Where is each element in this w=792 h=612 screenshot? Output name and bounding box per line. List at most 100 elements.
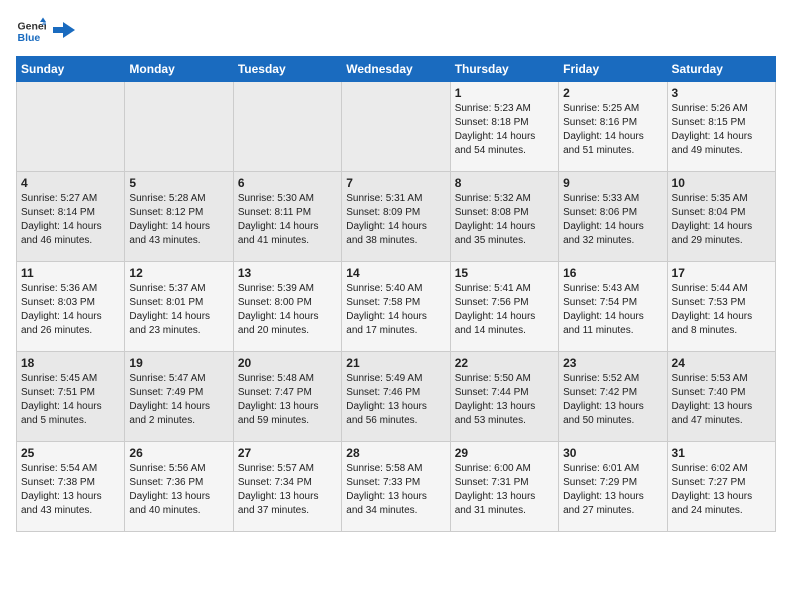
calendar-cell-5-1: 25 Sunrise: 5:54 AM Sunset: 7:38 PM Dayli… — [17, 442, 125, 532]
day-info: Sunrise: 5:27 AM Sunset: 8:14 PM Dayligh… — [21, 192, 120, 248]
day-number: 18 — [21, 356, 120, 370]
day-number: 21 — [346, 356, 445, 370]
day-info: Sunrise: 5:25 AM Sunset: 8:16 PM Dayligh… — [563, 102, 662, 158]
calendar-cell-2-7: 10Sunrise: 5:35 AM Sunset: 8:04 PM Dayli… — [667, 172, 775, 262]
day-info: Sunrise: 5:47 AM Sunset: 7:49 PM Dayligh… — [129, 372, 228, 428]
calendar-cell-5-7: 31 Sunrise: 6:02 AM Sunset: 7:27 PM Dayli… — [667, 442, 775, 532]
calendar-week-2: 4 Sunrise: 5:27 AM Sunset: 8:14 PM Daylig… — [17, 172, 776, 262]
day-number: 19 — [129, 356, 228, 370]
day-number: 27 — [238, 446, 337, 460]
day-number: 24 — [672, 356, 771, 370]
day-number: 15 — [455, 266, 554, 280]
calendar-cell-4-1: 18 Sunrise: 5:45 AM Sunset: 7:51 PM Dayli… — [17, 352, 125, 442]
day-info: Sunrise: 5:45 AM Sunset: 7:51 PM Dayligh… — [21, 372, 120, 428]
day-number: 5 — [129, 176, 228, 190]
day-number: 23 — [563, 356, 662, 370]
col-sunday: Sunday — [17, 57, 125, 82]
day-info: Sunrise: 5:30 AM Sunset: 8:11 PM Dayligh… — [238, 192, 337, 248]
day-info: Sunrise: 5:53 AM Sunset: 7:40 PM Dayligh… — [672, 372, 771, 428]
day-info: Sunrise: 5:23 AM Sunset: 8:18 PM Dayligh… — [455, 102, 554, 158]
calendar-week-3: 11 Sunrise: 5:36 AM Sunset: 8:03 PM Dayli… — [17, 262, 776, 352]
day-number: 3 — [672, 86, 771, 100]
calendar-cell-1-2 — [125, 82, 233, 172]
day-number: 20 — [238, 356, 337, 370]
day-number: 11 — [21, 266, 120, 280]
calendar-cell-2-4: 7 Sunrise: 5:31 AM Sunset: 8:09 PM Daylig… — [342, 172, 450, 262]
day-info: Sunrise: 5:33 AM Sunset: 8:06 PM Dayligh… — [563, 192, 662, 248]
day-number: 8 — [455, 176, 554, 190]
day-info: Sunrise: 5:32 AM Sunset: 8:08 PM Dayligh… — [455, 192, 554, 248]
calendar-week-1: 1 Sunrise: 5:23 AM Sunset: 8:18 PM Daylig… — [17, 82, 776, 172]
calendar-cell-3-1: 11 Sunrise: 5:36 AM Sunset: 8:03 PM Dayli… — [17, 262, 125, 352]
col-saturday: Saturday — [667, 57, 775, 82]
calendar-cell-1-7: 3 Sunrise: 5:26 AM Sunset: 8:15 PM Daylig… — [667, 82, 775, 172]
day-info: Sunrise: 5:37 AM Sunset: 8:01 PM Dayligh… — [129, 282, 228, 338]
day-number: 22 — [455, 356, 554, 370]
day-number: 2 — [563, 86, 662, 100]
day-info: Sunrise: 5:58 AM Sunset: 7:33 PM Dayligh… — [346, 462, 445, 518]
day-number: 1 — [455, 86, 554, 100]
day-info: Sunrise: 5:49 AM Sunset: 7:46 PM Dayligh… — [346, 372, 445, 428]
day-info: Sunrise: 5:26 AM Sunset: 8:15 PM Dayligh… — [672, 102, 771, 158]
day-number: 30 — [563, 446, 662, 460]
calendar-week-4: 18 Sunrise: 5:45 AM Sunset: 7:51 PM Dayli… — [17, 352, 776, 442]
calendar-cell-4-2: 19 Sunrise: 5:47 AM Sunset: 7:49 PM Dayli… — [125, 352, 233, 442]
calendar-cell-4-4: 21 Sunrise: 5:49 AM Sunset: 7:46 PM Dayli… — [342, 352, 450, 442]
day-number: 12 — [129, 266, 228, 280]
page-header: General Blue — [16, 16, 776, 46]
calendar-cell-3-7: 17 Sunrise: 5:44 AM Sunset: 7:53 PM Dayli… — [667, 262, 775, 352]
col-tuesday: Tuesday — [233, 57, 341, 82]
day-info: Sunrise: 5:44 AM Sunset: 7:53 PM Dayligh… — [672, 282, 771, 338]
calendar-cell-1-4 — [342, 82, 450, 172]
day-info: Sunrise: 5:31 AM Sunset: 8:09 PM Dayligh… — [346, 192, 445, 248]
logo: General Blue — [16, 16, 75, 46]
day-number: 6 — [238, 176, 337, 190]
calendar-cell-5-5: 29 Sunrise: 6:00 AM Sunset: 7:31 PM Dayli… — [450, 442, 558, 532]
day-number: 31 — [672, 446, 771, 460]
calendar-cell-1-1 — [17, 82, 125, 172]
day-info: Sunrise: 5:40 AM Sunset: 7:58 PM Dayligh… — [346, 282, 445, 338]
calendar-cell-5-2: 26Sunrise: 5:56 AM Sunset: 7:36 PM Dayli… — [125, 442, 233, 532]
calendar-table: Sunday Monday Tuesday Wednesday Thursday… — [16, 56, 776, 532]
calendar-cell-2-1: 4 Sunrise: 5:27 AM Sunset: 8:14 PM Daylig… — [17, 172, 125, 262]
calendar-cell-1-5: 1 Sunrise: 5:23 AM Sunset: 8:18 PM Daylig… — [450, 82, 558, 172]
col-wednesday: Wednesday — [342, 57, 450, 82]
calendar-cell-2-6: 9Sunrise: 5:33 AM Sunset: 8:06 PM Daylig… — [559, 172, 667, 262]
day-number: 26 — [129, 446, 228, 460]
calendar-cell-5-4: 28 Sunrise: 5:58 AM Sunset: 7:33 PM Dayli… — [342, 442, 450, 532]
calendar-cell-3-3: 13 Sunrise: 5:39 AM Sunset: 8:00 PM Dayli… — [233, 262, 341, 352]
day-number: 29 — [455, 446, 554, 460]
calendar-cell-1-3 — [233, 82, 341, 172]
day-info: Sunrise: 6:00 AM Sunset: 7:31 PM Dayligh… — [455, 462, 554, 518]
col-friday: Friday — [559, 57, 667, 82]
calendar-header-row: Sunday Monday Tuesday Wednesday Thursday… — [17, 57, 776, 82]
calendar-cell-5-3: 27 Sunrise: 5:57 AM Sunset: 7:34 PM Dayli… — [233, 442, 341, 532]
calendar-cell-3-2: 12 Sunrise: 5:37 AM Sunset: 8:01 PM Dayli… — [125, 262, 233, 352]
day-info: Sunrise: 5:36 AM Sunset: 8:03 PM Dayligh… — [21, 282, 120, 338]
col-thursday: Thursday — [450, 57, 558, 82]
day-number: 28 — [346, 446, 445, 460]
col-monday: Monday — [125, 57, 233, 82]
day-number: 16 — [563, 266, 662, 280]
svg-text:Blue: Blue — [18, 32, 41, 44]
calendar-cell-4-3: 20Sunrise: 5:48 AM Sunset: 7:47 PM Dayli… — [233, 352, 341, 442]
day-info: Sunrise: 5:52 AM Sunset: 7:42 PM Dayligh… — [563, 372, 662, 428]
day-info: Sunrise: 5:41 AM Sunset: 7:56 PM Dayligh… — [455, 282, 554, 338]
calendar-cell-4-6: 23 Sunrise: 5:52 AM Sunset: 7:42 PM Dayli… — [559, 352, 667, 442]
day-info: Sunrise: 5:43 AM Sunset: 7:54 PM Dayligh… — [563, 282, 662, 338]
calendar-cell-3-6: 16 Sunrise: 5:43 AM Sunset: 7:54 PM Dayli… — [559, 262, 667, 352]
day-info: Sunrise: 5:39 AM Sunset: 8:00 PM Dayligh… — [238, 282, 337, 338]
day-number: 4 — [21, 176, 120, 190]
day-number: 14 — [346, 266, 445, 280]
calendar-cell-1-6: 2 Sunrise: 5:25 AM Sunset: 8:16 PM Daylig… — [559, 82, 667, 172]
day-number: 25 — [21, 446, 120, 460]
day-number: 17 — [672, 266, 771, 280]
day-info: Sunrise: 5:54 AM Sunset: 7:38 PM Dayligh… — [21, 462, 120, 518]
day-number: 7 — [346, 176, 445, 190]
day-info: Sunrise: 6:02 AM Sunset: 7:27 PM Dayligh… — [672, 462, 771, 518]
day-number: 13 — [238, 266, 337, 280]
day-info: Sunrise: 5:57 AM Sunset: 7:34 PM Dayligh… — [238, 462, 337, 518]
day-info: Sunrise: 6:01 AM Sunset: 7:29 PM Dayligh… — [563, 462, 662, 518]
calendar-cell-3-4: 14 Sunrise: 5:40 AM Sunset: 7:58 PM Dayli… — [342, 262, 450, 352]
calendar-cell-2-5: 8 Sunrise: 5:32 AM Sunset: 8:08 PM Daylig… — [450, 172, 558, 262]
